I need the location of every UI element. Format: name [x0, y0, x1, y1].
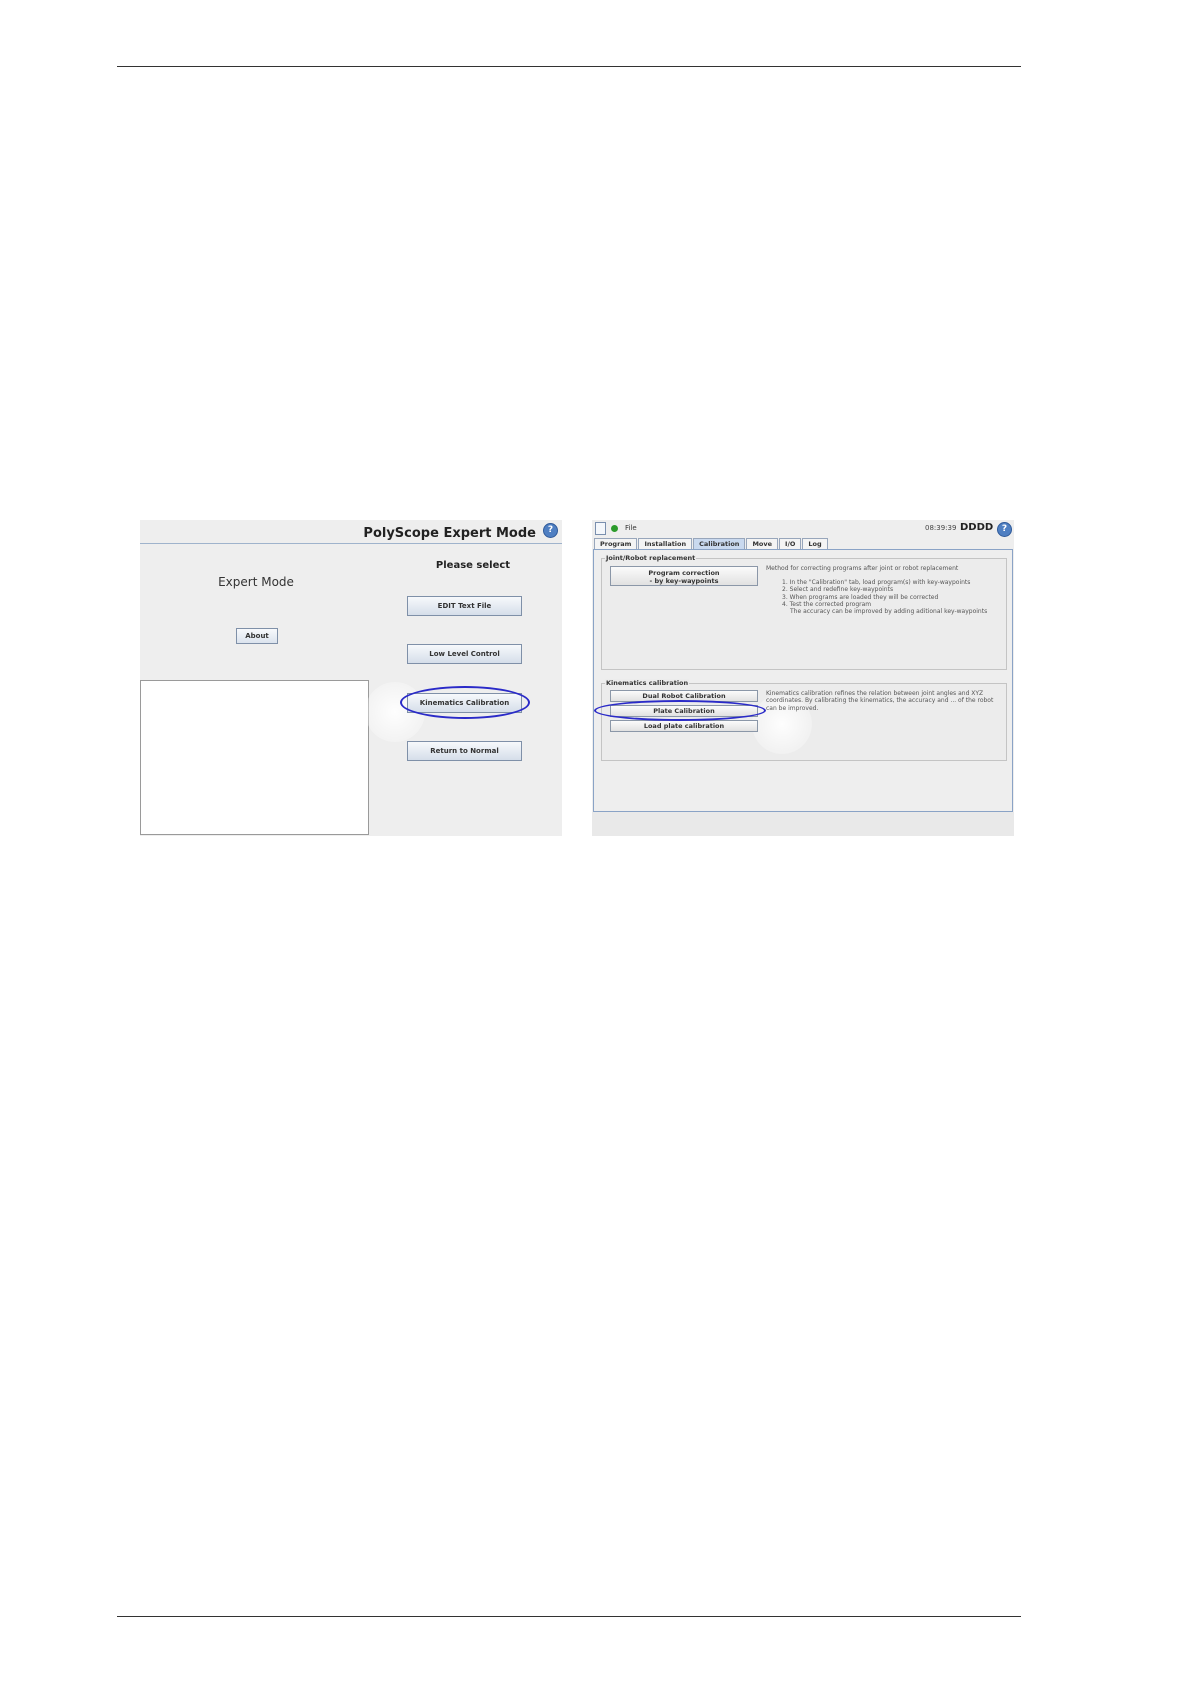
expert-mode-title: PolyScope Expert Mode: [363, 526, 536, 541]
footer-rule: [117, 1616, 1021, 1617]
file-menu[interactable]: File: [625, 524, 637, 532]
button-line: Program correction: [648, 569, 720, 577]
tab-bar: Program Installation Calibration Move I/…: [594, 538, 829, 549]
return-to-normal-button[interactable]: Return to Normal: [407, 741, 522, 761]
about-button[interactable]: About: [236, 628, 278, 644]
message-area: [140, 680, 369, 835]
group-title: Joint/Robot replacement: [605, 554, 697, 562]
header-rule: [117, 66, 1021, 67]
list-item: 1. In the "Calibration" tab, load progra…: [782, 579, 971, 586]
tab-installation[interactable]: Installation: [638, 538, 693, 549]
program-correction-button[interactable]: Program correction - by key-waypoints: [610, 566, 758, 586]
expert-mode-header: PolyScope Expert Mode ?: [140, 520, 562, 544]
dual-robot-calibration-button[interactable]: Dual Robot Calibration: [610, 690, 758, 702]
joint-replacement-group: Joint/Robot replacement Program correcti…: [601, 554, 1007, 670]
list-item: The accuracy can be improved by adding a…: [790, 608, 988, 616]
expert-mode-heading: Expert Mode: [218, 575, 294, 589]
bottom-bar: [592, 812, 1014, 836]
tab-calibration[interactable]: Calibration: [693, 538, 746, 549]
button-line: - by key-waypoints: [649, 577, 719, 585]
tab-program[interactable]: Program: [594, 538, 638, 549]
kinematics-calibration-button[interactable]: Kinematics Calibration: [407, 693, 522, 713]
list-item: 2. Select and redefine key-waypoints: [782, 586, 894, 594]
tab-io[interactable]: I/O: [779, 538, 802, 549]
joint-description: Method for correcting programs after joi…: [766, 565, 959, 572]
help-icon[interactable]: ?: [543, 523, 558, 538]
kinematics-group: Kinematics calibration Dual Robot Calibr…: [601, 679, 1007, 761]
expert-mode-screen: PolyScope Expert Mode ? Expert Mode Abou…: [140, 520, 562, 836]
plate-calibration-button[interactable]: Plate Calibration: [610, 705, 758, 717]
help-icon[interactable]: ?: [997, 522, 1012, 537]
low-level-control-button[interactable]: Low Level Control: [407, 644, 522, 664]
please-select-label: Please select: [435, 560, 511, 571]
status-ok-icon: [611, 525, 618, 532]
edit-text-file-button[interactable]: EDIT Text File: [407, 596, 522, 616]
tab-move[interactable]: Move: [746, 538, 779, 549]
tab-log[interactable]: Log: [802, 538, 828, 549]
clock: 08:39:39: [925, 524, 957, 532]
ur-logo-icon: [595, 522, 606, 535]
step-list: 1. In the "Calibration" tab, load progra…: [782, 579, 1006, 615]
calibration-header: File 08:39:39 DDDD ?: [592, 520, 1014, 538]
kinematics-description: Kinematics calibration refines the relat…: [766, 690, 994, 712]
list-item: 4. Test the corrected program: [782, 600, 872, 608]
calibration-screen: File 08:39:39 DDDD ? Program Installatio…: [592, 520, 1014, 836]
robot-name: DDDD: [960, 522, 994, 533]
calibration-tab-content: Joint/Robot replacement Program correcti…: [593, 549, 1013, 812]
list-item: 3. When programs are loaded they will be…: [782, 593, 939, 601]
load-plate-calibration-button[interactable]: Load plate calibration: [610, 720, 758, 732]
group-title: Kinematics calibration: [605, 679, 690, 687]
